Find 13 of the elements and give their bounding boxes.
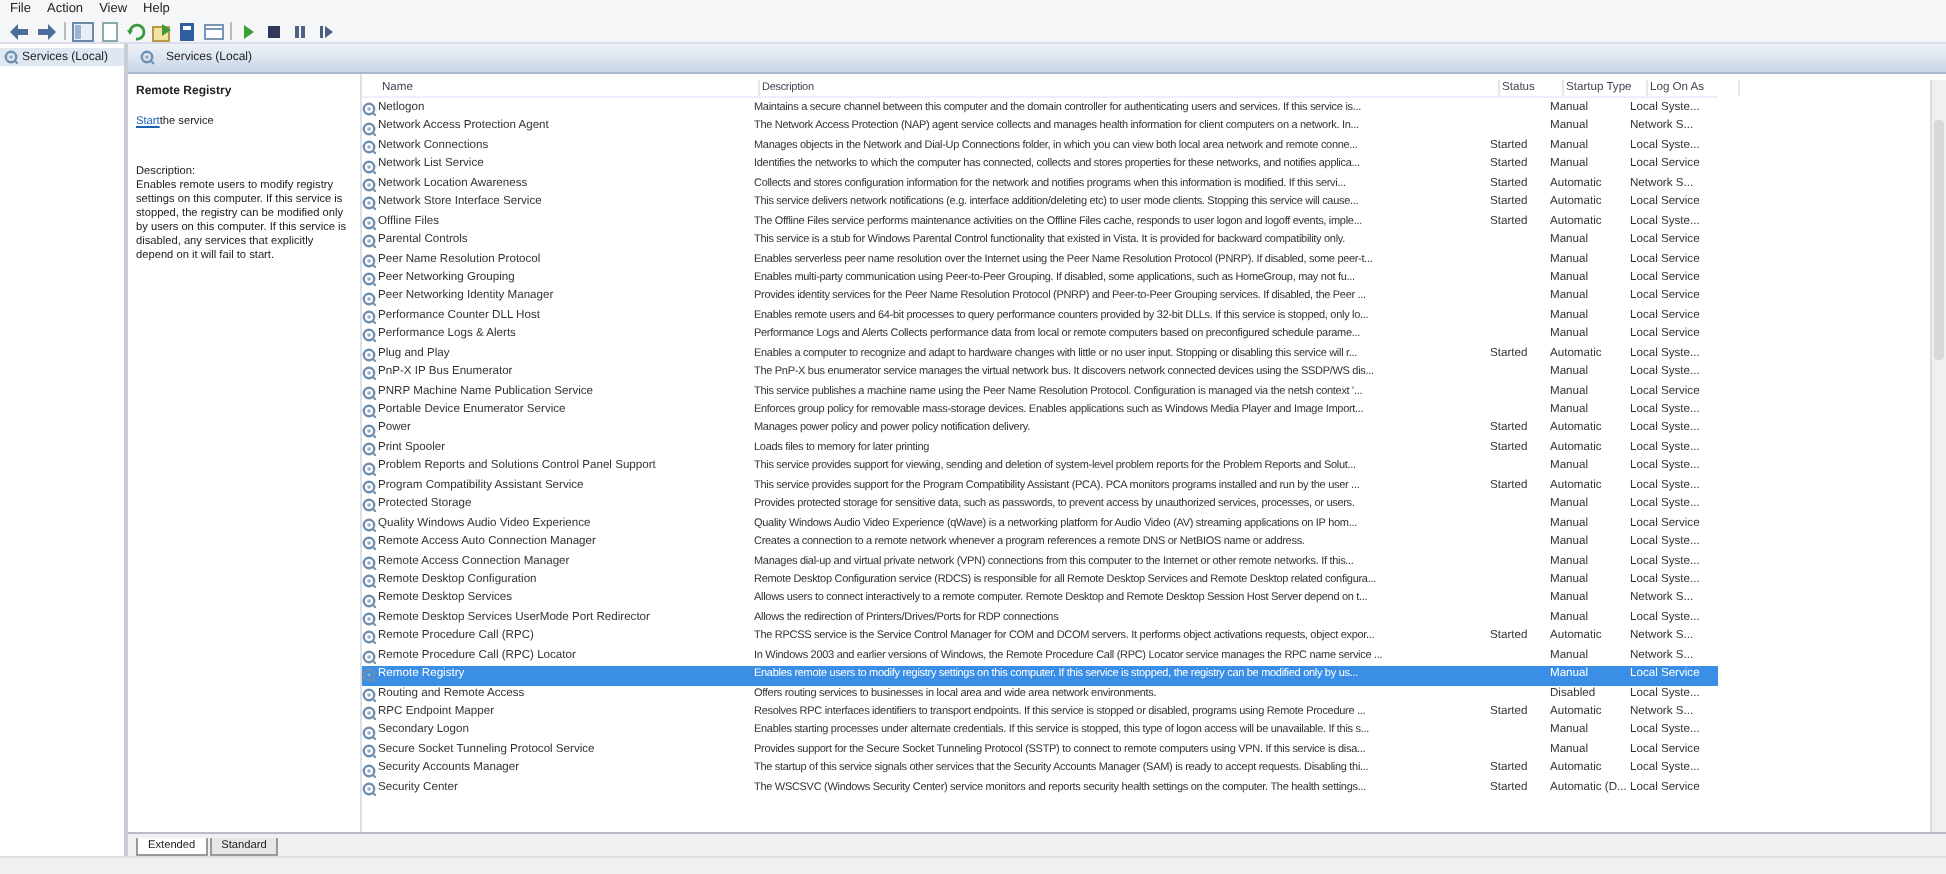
refresh-icon[interactable] bbox=[126, 21, 146, 41]
scrollbar[interactable] bbox=[1930, 80, 1946, 832]
export-icon[interactable] bbox=[152, 21, 172, 41]
back-arrow-icon[interactable] bbox=[8, 21, 30, 41]
scrollbar-thumb[interactable] bbox=[1934, 120, 1944, 360]
console-tree-icon[interactable] bbox=[72, 21, 94, 41]
stop-icon[interactable] bbox=[264, 21, 284, 41]
page-icon[interactable] bbox=[100, 21, 120, 41]
window-icon[interactable] bbox=[204, 21, 224, 41]
pause-icon[interactable] bbox=[290, 21, 310, 41]
forward-arrow-icon[interactable] bbox=[36, 21, 58, 41]
help-icon[interactable] bbox=[178, 21, 198, 41]
restart-icon[interactable] bbox=[316, 21, 336, 41]
